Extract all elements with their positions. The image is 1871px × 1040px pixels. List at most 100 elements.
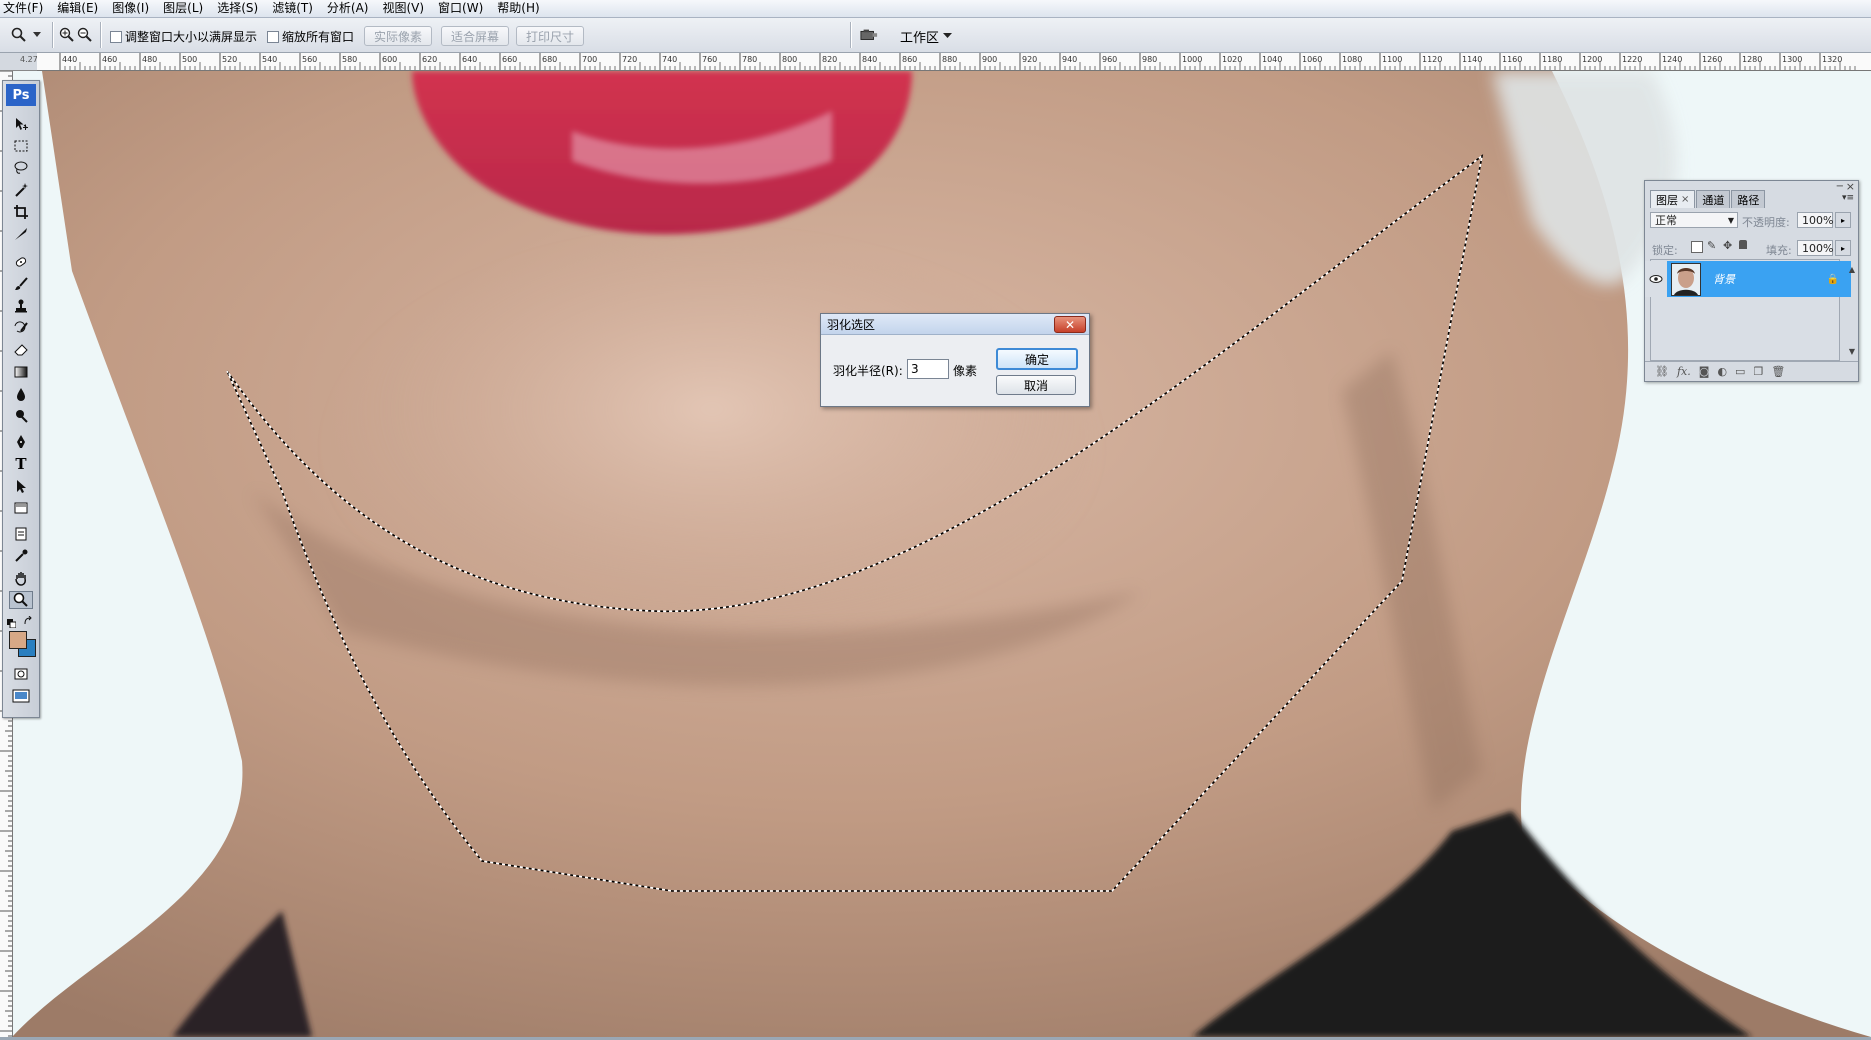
- menu-edit[interactable]: 编辑(E): [50, 0, 105, 17]
- scroll-down-icon[interactable]: ▼: [1849, 347, 1855, 356]
- dialog-title: 羽化选区: [827, 317, 876, 332]
- toolbox: Ps T: [2, 80, 40, 718]
- ruler-tick-label: 960: [1102, 55, 1117, 64]
- shape-tool-icon[interactable]: [9, 499, 33, 517]
- cancel-button[interactable]: 取消: [996, 375, 1076, 395]
- resize-windows-checkbox[interactable]: 调整窗口大小以满屏显示: [110, 28, 257, 45]
- menu-help[interactable]: 帮助(H): [490, 0, 546, 17]
- hand-tool-icon[interactable]: [9, 569, 33, 587]
- tab-layers[interactable]: 图层 ×: [1650, 190, 1696, 208]
- eraser-tool-icon[interactable]: [9, 341, 33, 359]
- feather-radius-input[interactable]: [907, 359, 949, 379]
- zoom-tool-preset-icon[interactable]: [10, 26, 28, 44]
- new-layer-icon[interactable]: ❐: [1753, 365, 1763, 378]
- marquee-tool-icon[interactable]: [9, 137, 33, 155]
- dialog-close-button[interactable]: ✕: [1054, 316, 1086, 333]
- actual-pixels-button[interactable]: 实际像素: [364, 26, 432, 46]
- checkbox-box[interactable]: [267, 30, 279, 43]
- scroll-up-icon[interactable]: ▲: [1849, 265, 1855, 274]
- zoom-out-icon[interactable]: [76, 26, 94, 44]
- document-canvas[interactable]: [12, 71, 1871, 1037]
- eyedropper-tool-icon[interactable]: [9, 547, 33, 565]
- gradient-tool-icon[interactable]: [9, 363, 33, 381]
- menu-view[interactable]: 视图(V): [375, 0, 431, 17]
- layer-mask-icon[interactable]: ◙: [1699, 365, 1710, 378]
- move-tool-icon[interactable]: [9, 115, 33, 133]
- ruler-tick-label: 1260: [1702, 55, 1722, 64]
- screen-mode-icon[interactable]: [9, 687, 33, 705]
- lock-transparent-icon[interactable]: [1691, 241, 1703, 253]
- lock-image-icon[interactable]: ✎: [1707, 239, 1716, 252]
- ruler-tick-label: 1200: [1582, 55, 1602, 64]
- horizontal-ruler[interactable]: 440 460 480 500 520 540 560 580 600 620 640 660 680 7…: [37, 53, 1871, 71]
- lasso-tool-icon[interactable]: [9, 159, 33, 177]
- delete-layer-icon[interactable]: 🗑: [1771, 365, 1785, 378]
- ok-button[interactable]: 确定: [996, 348, 1078, 370]
- ruler-tick-label: 1120: [1422, 55, 1442, 64]
- foreground-color-swatch[interactable]: [9, 631, 27, 649]
- clone-stamp-tool-icon[interactable]: [9, 297, 33, 315]
- palette-well-icon[interactable]: [860, 26, 878, 44]
- panel-menu-icon[interactable]: ▾≡: [1842, 193, 1854, 203]
- path-selection-tool-icon[interactable]: [9, 477, 33, 495]
- layer-row-background[interactable]: 背景 🔒: [1645, 261, 1851, 297]
- dialog-titlebar[interactable]: 羽化选区 ✕: [821, 314, 1089, 335]
- tab-paths[interactable]: 路径: [1731, 190, 1766, 208]
- menu-image[interactable]: 图像(I): [105, 0, 156, 17]
- zoom-all-windows-checkbox[interactable]: 缩放所有窗口: [267, 28, 354, 45]
- adjustment-layer-icon[interactable]: ◐: [1717, 365, 1727, 378]
- new-group-icon[interactable]: ▭: [1735, 365, 1745, 378]
- chevron-down-icon[interactable]: [32, 26, 42, 44]
- menu-filter[interactable]: 滤镜(T): [265, 0, 320, 17]
- opacity-input[interactable]: 100%: [1797, 212, 1833, 228]
- history-brush-tool-icon[interactable]: [9, 319, 33, 337]
- swap-colors-icon[interactable]: [23, 615, 33, 625]
- menu-layer[interactable]: 图层(L): [156, 0, 210, 17]
- menu-file[interactable]: 文件(F): [0, 0, 50, 17]
- slice-tool-icon[interactable]: [9, 225, 33, 243]
- ruler-tick-label: 760: [702, 55, 717, 64]
- zoom-in-icon[interactable]: [58, 26, 76, 44]
- panel-minimize-icon[interactable]: −: [1836, 181, 1844, 192]
- healing-brush-tool-icon[interactable]: [9, 253, 33, 271]
- crop-tool-icon[interactable]: [9, 203, 33, 221]
- tab-channels[interactable]: 通道: [1696, 190, 1731, 208]
- ruler-tick-label: 1240: [1662, 55, 1682, 64]
- blend-mode-select[interactable]: 正常 ▼: [1650, 212, 1738, 228]
- layer-style-icon[interactable]: fx.: [1677, 365, 1691, 378]
- print-size-button[interactable]: 打印尺寸: [516, 26, 584, 46]
- chevron-down-icon: [943, 33, 953, 38]
- magic-wand-tool-icon[interactable]: [9, 181, 33, 199]
- quick-mask-icon[interactable]: [9, 665, 33, 683]
- visibility-eye-icon[interactable]: [1645, 261, 1667, 297]
- link-layers-icon[interactable]: ⛓: [1655, 365, 1669, 378]
- fill-input[interactable]: 100%: [1797, 240, 1833, 256]
- workspace-menu-button[interactable]: 工作区: [900, 26, 953, 46]
- brush-tool-icon[interactable]: [9, 275, 33, 293]
- zoom-tool-icon[interactable]: [9, 591, 33, 609]
- pen-tool-icon[interactable]: [9, 433, 33, 451]
- notes-tool-icon[interactable]: [9, 525, 33, 543]
- menu-select[interactable]: 选择(S): [210, 0, 265, 17]
- unit-label: 像素: [953, 364, 978, 378]
- checkbox-box[interactable]: [110, 30, 122, 43]
- fill-stepper-icon[interactable]: ▸: [1835, 240, 1851, 256]
- ruler-tick-label: 440: [62, 55, 77, 64]
- panel-close-icon[interactable]: ×: [1846, 180, 1855, 193]
- menu-analysis[interactable]: 分析(A): [320, 0, 376, 17]
- dodge-tool-icon[interactable]: [9, 407, 33, 425]
- ruler-tick-label: 1220: [1622, 55, 1642, 64]
- close-icon[interactable]: ×: [1681, 194, 1689, 205]
- opacity-stepper-icon[interactable]: ▸: [1835, 212, 1851, 228]
- fit-screen-button[interactable]: 适合屏幕: [441, 26, 509, 46]
- tab-channels-label: 通道: [1702, 193, 1725, 207]
- default-colors-icon[interactable]: [7, 617, 17, 629]
- menu-window[interactable]: 窗口(W): [431, 0, 490, 17]
- type-tool-icon[interactable]: T: [9, 455, 33, 473]
- lock-position-icon[interactable]: ✥: [1723, 239, 1732, 252]
- lock-all-icon[interactable]: [1739, 240, 1747, 249]
- blur-tool-icon[interactable]: [9, 385, 33, 403]
- ruler-tick-label: 1280: [1742, 55, 1762, 64]
- tab-layers-label: 图层: [1656, 193, 1678, 207]
- options-bar: 调整窗口大小以满屏显示 缩放所有窗口 实际像素 适合屏幕 打印尺寸 工作区: [0, 18, 1871, 53]
